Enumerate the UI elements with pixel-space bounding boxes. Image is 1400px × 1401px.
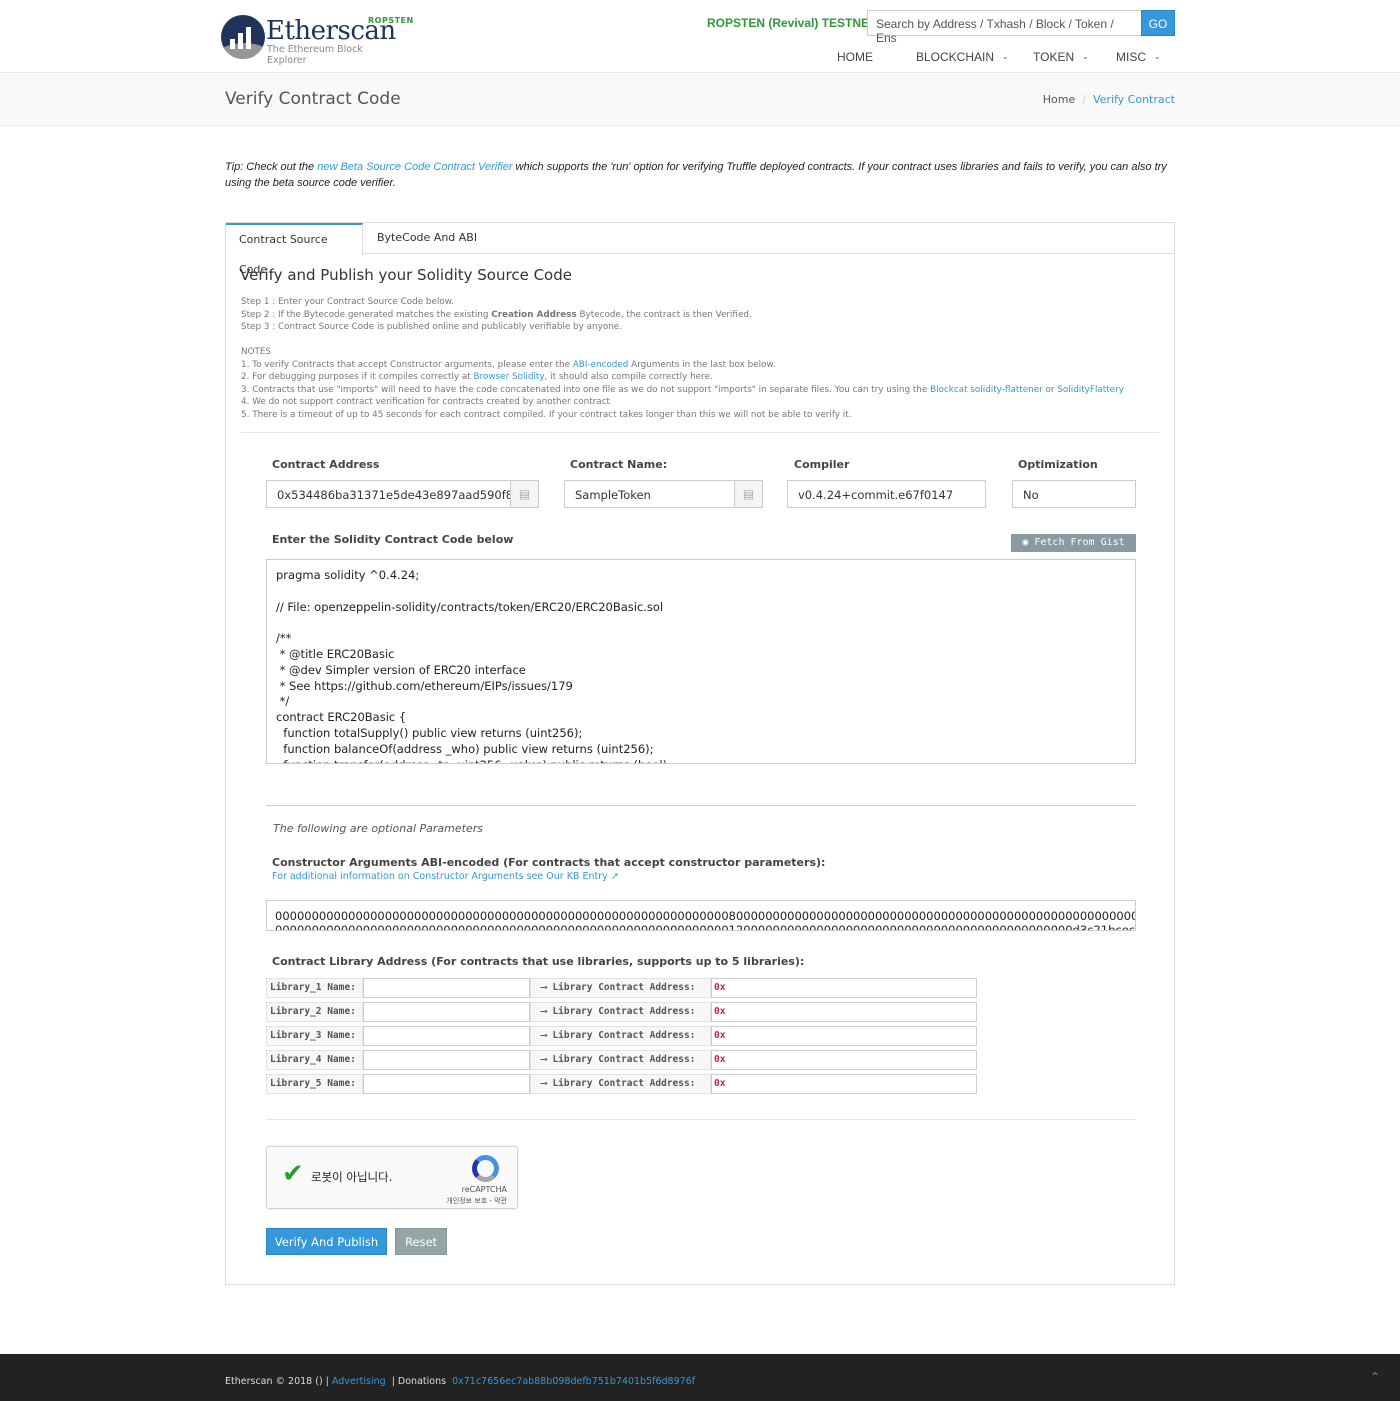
chevron-down-icon: ⌄ [1154,52,1161,61]
fetch-from-gist-button[interactable]: ◉ Fetch From Gist [1011,534,1136,552]
network-tag: ROPSTEN [368,16,414,25]
library-name-input[interactable] [363,1002,530,1022]
section-title: Verify and Publish your Solidity Source … [240,266,572,284]
nav-home[interactable]: HOME [837,50,873,64]
solidity-flattener-link[interactable]: Blockcat solidity-flattener [930,385,1043,395]
optimization-select[interactable]: No [1012,480,1136,508]
source-code-textarea[interactable]: pragma solidity ^0.4.24; // File: openze… [266,559,1136,764]
logo-icon [221,15,265,59]
library-address-label: Contract Library Address (For contracts … [272,955,805,968]
library-row: Library_3 Name: ⟶ Library Contract Addre… [266,1026,978,1046]
optimization-label: Optimization [1018,458,1098,471]
source-code-label: Enter the Solidity Contract Code below [272,533,514,546]
library-name-input[interactable] [363,1074,530,1094]
chevron-down-icon: ⌄ [1002,52,1009,61]
divider [266,1119,1136,1120]
contract-name-input[interactable]: SampleToken [564,480,735,508]
search-go-button[interactable]: GO [1141,10,1175,36]
network-label: ROPSTEN (Revival) TESTNET [707,16,877,30]
library-address-input[interactable]: 0x [711,1050,977,1070]
document-icon: ▤ [510,480,539,508]
divider [241,432,1159,433]
library-row: Library_4 Name: ⟶ Library Contract Addre… [266,1050,978,1070]
document-icon: ▤ [734,480,763,508]
steps-list: Step 1 : Enter your Contract Source Code… [241,297,752,332]
advertising-link[interactable]: Advertising [332,1376,386,1387]
compiler-select[interactable]: v0.4.24+commit.e67f0147 [787,480,986,508]
recaptcha-logo-icon [472,1155,499,1182]
page-title: Verify Contract Code [225,89,401,109]
breadcrumb-current[interactable]: Verify Contract [1093,93,1175,106]
beta-verifier-link[interactable]: new Beta Source Code Contract Verifier [317,161,512,173]
library-name-input[interactable] [363,1050,530,1070]
tip-text: Tip: Check out the new Beta Source Code … [225,161,1167,189]
contract-address-label: Contract Address [272,458,380,471]
recaptcha-brand: reCAPTCHA [461,1185,507,1194]
library-address-input[interactable]: 0x [711,1026,977,1046]
divider [266,805,1136,806]
library-address-input[interactable]: 0x [711,1074,977,1094]
library-row: Library_1 Name: ⟶ Library Contract Addre… [266,978,978,998]
library-address-input[interactable]: 0x [711,1002,977,1022]
logo-subtitle: The Ethereum Block Explorer [267,44,363,66]
library-row: Library_5 Name: ⟶ Library Contract Addre… [266,1074,978,1094]
contract-address-input[interactable]: 0x534486ba31371e5de43e897aad590f8a [266,480,511,508]
etherscan-logo[interactable]: Etherscan ROPSTEN The Ethereum Block Exp… [221,13,413,66]
library-name-input[interactable] [363,978,530,998]
breadcrumb: Home / Verify Contract [1042,93,1175,106]
breadcrumb-home[interactable]: Home [1043,93,1075,106]
nav-blockchain[interactable]: BLOCKCHAIN ⌄ [916,50,1009,64]
tab-bar: Contract Source Code ByteCode And ABI [226,223,1174,276]
search-input[interactable]: Search by Address / Txhash / Block / Tok… [867,10,1142,45]
external-link-icon: ↗ [610,871,619,882]
recaptcha-terms-link[interactable]: 개인정보 보호 - 약관 [446,1196,507,1206]
tab-bytecode-abi[interactable]: ByteCode And ABI [364,223,490,254]
optional-params-text: The following are optional Parameters [273,822,483,835]
chevron-up-icon[interactable]: ⌃ [1370,1370,1380,1384]
donation-address-link[interactable]: 0x71c7656ec7ab88b098defb751b7401b5f6d897… [452,1376,695,1387]
constructor-args-label: Constructor Arguments ABI-encoded (For c… [272,856,826,869]
kb-entry-link[interactable]: For additional information on Constructo… [272,871,619,882]
nav-misc[interactable]: MISC ⌄ [1116,50,1161,64]
browser-solidity-link[interactable]: Browser Solidity [474,372,545,382]
contract-name-label: Contract Name: [570,458,668,471]
captcha-label: 로봇이 아닙니다. [311,1170,393,1184]
footer-text: Etherscan © 2018 () | Advertising | Dona… [225,1376,696,1387]
page-header-bar: Verify Contract Code Home / Verify Contrac… [0,74,1400,126]
tab-contract-source-code[interactable]: Contract Source Code [226,223,363,276]
nav-token[interactable]: TOKEN ⌄ [1033,50,1089,64]
abi-encoded-link[interactable]: ABI-encoded [573,360,629,370]
verify-and-publish-button[interactable]: Verify And Publish [266,1228,387,1255]
github-icon: ◉ [1022,537,1029,548]
constructor-args-textarea[interactable]: 0000000000000000000000000000000000000000… [266,900,1136,931]
library-row: Library_2 Name: ⟶ Library Contract Addre… [266,1002,978,1022]
compiler-label: Compiler [794,458,850,471]
checkmark-icon[interactable]: ✔ [282,1161,304,1187]
site-header: Etherscan ROPSTEN The Ethereum Block Exp… [0,0,1400,73]
library-address-input[interactable]: 0x [711,978,977,998]
solidity-flattery-link[interactable]: SolidityFlattery [1057,385,1124,395]
library-name-input[interactable] [363,1026,530,1046]
chevron-down-icon: ⌄ [1082,52,1089,61]
verify-panel: Contract Source Code ByteCode And ABI Ve… [225,222,1175,1285]
reset-button[interactable]: Reset [395,1228,447,1255]
site-footer: Etherscan © 2018 () | Advertising | Dona… [0,1354,1400,1401]
recaptcha-widget[interactable]: ✔ 로봇이 아닙니다. reCAPTCHA 개인정보 보호 - 약관 [266,1146,518,1209]
notes-list: NOTES 1. To verify Contracts that accept… [241,347,1124,420]
